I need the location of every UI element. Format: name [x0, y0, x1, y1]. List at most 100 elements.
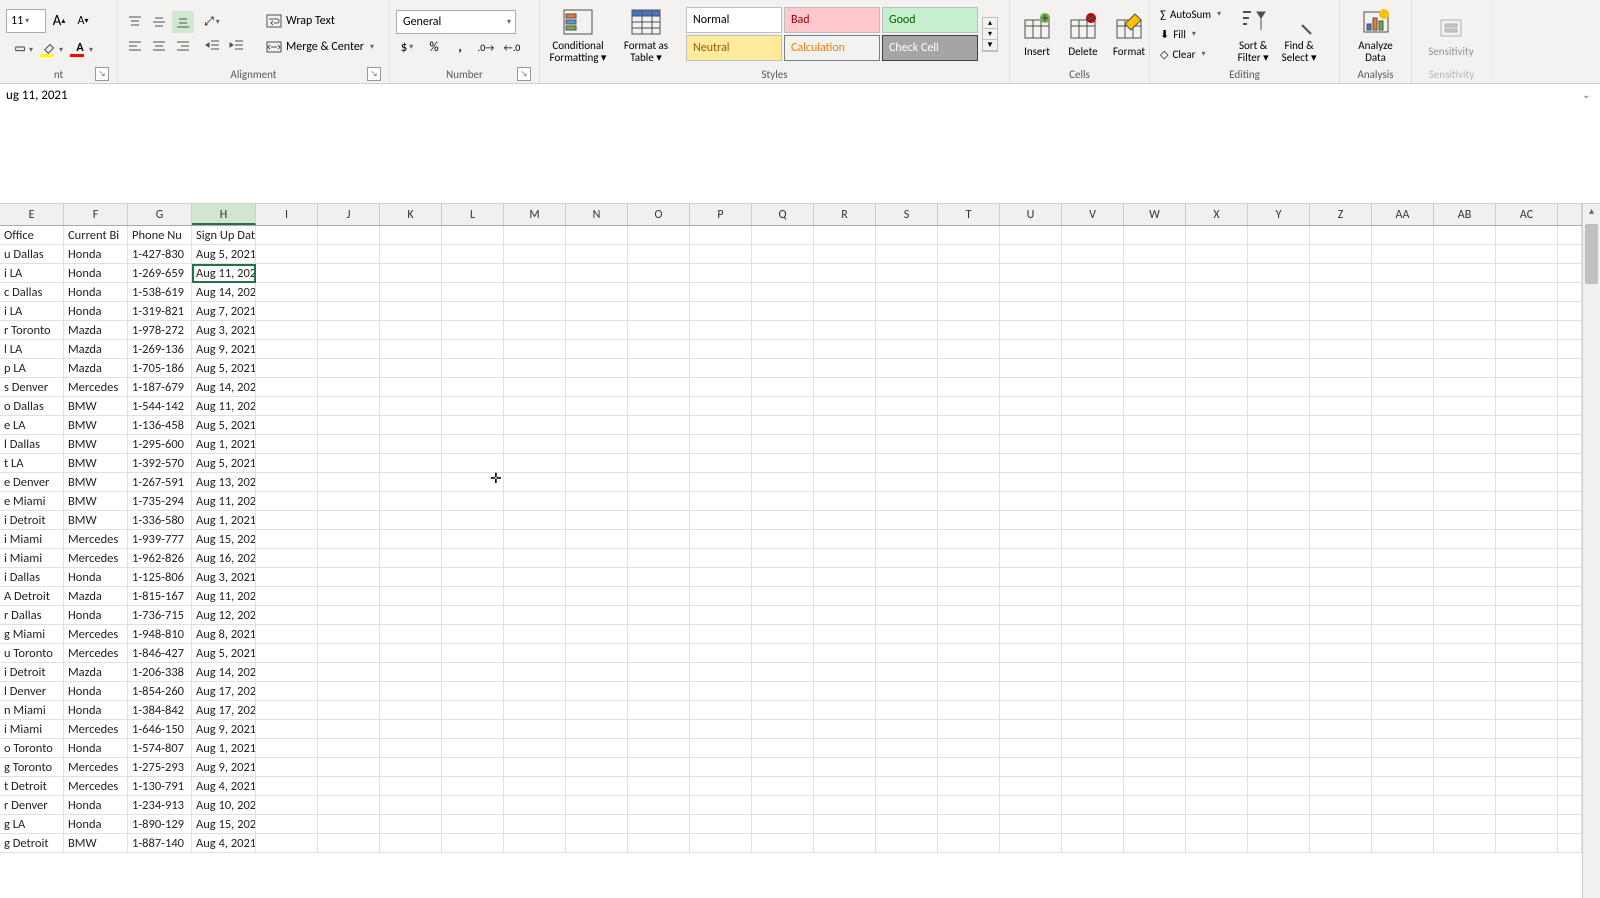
- data-cell[interactable]: [380, 321, 442, 340]
- data-cell[interactable]: [1372, 321, 1434, 340]
- data-cell[interactable]: [938, 606, 1000, 625]
- data-cell[interactable]: [628, 682, 690, 701]
- header-cell[interactable]: [938, 226, 1000, 245]
- data-cell[interactable]: [1496, 568, 1558, 587]
- data-cell[interactable]: [566, 625, 628, 644]
- data-cell[interactable]: [566, 530, 628, 549]
- data-cell[interactable]: [1124, 758, 1186, 777]
- data-cell[interactable]: [566, 606, 628, 625]
- data-cell[interactable]: u Toronto: [0, 644, 64, 663]
- data-cell[interactable]: Aug 14, 2021: [192, 663, 256, 682]
- data-cell[interactable]: [1310, 606, 1372, 625]
- data-cell[interactable]: [1186, 492, 1248, 511]
- data-cell[interactable]: [504, 834, 566, 853]
- data-cell[interactable]: [752, 321, 814, 340]
- data-cell[interactable]: [380, 264, 442, 283]
- data-cell[interactable]: BMW: [64, 454, 128, 473]
- data-cell[interactable]: [876, 777, 938, 796]
- data-cell[interactable]: [628, 701, 690, 720]
- data-cell[interactable]: [504, 283, 566, 302]
- data-cell[interactable]: [1434, 701, 1496, 720]
- data-cell[interactable]: [1124, 511, 1186, 530]
- data-cell[interactable]: [1434, 511, 1496, 530]
- data-cell[interactable]: [1434, 473, 1496, 492]
- data-cell[interactable]: [380, 758, 442, 777]
- header-cell[interactable]: Current Bi: [64, 226, 128, 245]
- data-cell[interactable]: [876, 739, 938, 758]
- data-cell[interactable]: [380, 625, 442, 644]
- data-cell[interactable]: [1124, 435, 1186, 454]
- empty-cell[interactable]: [1558, 492, 1582, 511]
- data-cell[interactable]: [1000, 549, 1062, 568]
- data-cell[interactable]: [628, 720, 690, 739]
- data-cell[interactable]: [1372, 435, 1434, 454]
- column-header-Q[interactable]: Q: [752, 204, 814, 225]
- data-cell[interactable]: [256, 758, 318, 777]
- data-cell[interactable]: Honda: [64, 606, 128, 625]
- empty-cell[interactable]: [1558, 682, 1582, 701]
- data-cell[interactable]: [690, 663, 752, 682]
- data-cell[interactable]: [566, 378, 628, 397]
- data-cell[interactable]: [1000, 283, 1062, 302]
- data-cell[interactable]: [1434, 397, 1496, 416]
- data-cell[interactable]: [876, 663, 938, 682]
- merge-center-button[interactable]: Merge & Center▾: [260, 35, 382, 59]
- data-cell[interactable]: [442, 435, 504, 454]
- data-cell[interactable]: [876, 587, 938, 606]
- data-cell[interactable]: [1310, 758, 1372, 777]
- data-cell[interactable]: [938, 739, 1000, 758]
- data-cell[interactable]: 1-319-821: [128, 302, 192, 321]
- data-cell[interactable]: [1310, 283, 1372, 302]
- data-cell[interactable]: [814, 701, 876, 720]
- data-cell[interactable]: BMW: [64, 416, 128, 435]
- data-cell[interactable]: [1372, 739, 1434, 758]
- data-cell[interactable]: [690, 473, 752, 492]
- data-cell[interactable]: [1000, 663, 1062, 682]
- data-cell[interactable]: [504, 378, 566, 397]
- data-cell[interactable]: [1248, 815, 1310, 834]
- data-cell[interactable]: 1-846-427: [128, 644, 192, 663]
- header-cell[interactable]: [380, 226, 442, 245]
- data-cell[interactable]: [1434, 416, 1496, 435]
- data-cell[interactable]: [1248, 549, 1310, 568]
- data-cell[interactable]: 1-187-679: [128, 378, 192, 397]
- data-cell[interactable]: [566, 720, 628, 739]
- data-cell[interactable]: [1310, 416, 1372, 435]
- data-cell[interactable]: [442, 815, 504, 834]
- dialog-launcher-icon[interactable]: ↘: [367, 67, 381, 81]
- data-cell[interactable]: [1124, 492, 1186, 511]
- data-cell[interactable]: [1062, 416, 1124, 435]
- data-cell[interactable]: [1124, 283, 1186, 302]
- header-cell[interactable]: [1000, 226, 1062, 245]
- data-cell[interactable]: [566, 245, 628, 264]
- data-cell[interactable]: [256, 606, 318, 625]
- data-cell[interactable]: [1372, 625, 1434, 644]
- data-cell[interactable]: [1062, 378, 1124, 397]
- data-cell[interactable]: [1434, 264, 1496, 283]
- data-cell[interactable]: [876, 568, 938, 587]
- data-cell[interactable]: [1062, 796, 1124, 815]
- data-cell[interactable]: [938, 815, 1000, 834]
- data-cell[interactable]: [1434, 568, 1496, 587]
- data-cell[interactable]: [876, 549, 938, 568]
- data-cell[interactable]: [1434, 625, 1496, 644]
- data-cell[interactable]: [1310, 378, 1372, 397]
- data-cell[interactable]: [1000, 264, 1062, 283]
- data-cell[interactable]: 1-978-272: [128, 321, 192, 340]
- data-cell[interactable]: 1-206-338: [128, 663, 192, 682]
- data-cell[interactable]: [504, 815, 566, 834]
- data-cell[interactable]: [628, 378, 690, 397]
- data-cell[interactable]: [752, 834, 814, 853]
- data-cell[interactable]: [876, 834, 938, 853]
- data-cell[interactable]: [1372, 416, 1434, 435]
- data-cell[interactable]: [256, 739, 318, 758]
- empty-cell[interactable]: [1558, 359, 1582, 378]
- data-cell[interactable]: [752, 796, 814, 815]
- data-cell[interactable]: 1-887-140: [128, 834, 192, 853]
- header-cell[interactable]: [752, 226, 814, 245]
- data-cell[interactable]: [442, 682, 504, 701]
- data-cell[interactable]: [566, 549, 628, 568]
- dialog-launcher-icon[interactable]: ↘: [95, 67, 109, 81]
- data-cell[interactable]: [1248, 682, 1310, 701]
- data-cell[interactable]: [1000, 701, 1062, 720]
